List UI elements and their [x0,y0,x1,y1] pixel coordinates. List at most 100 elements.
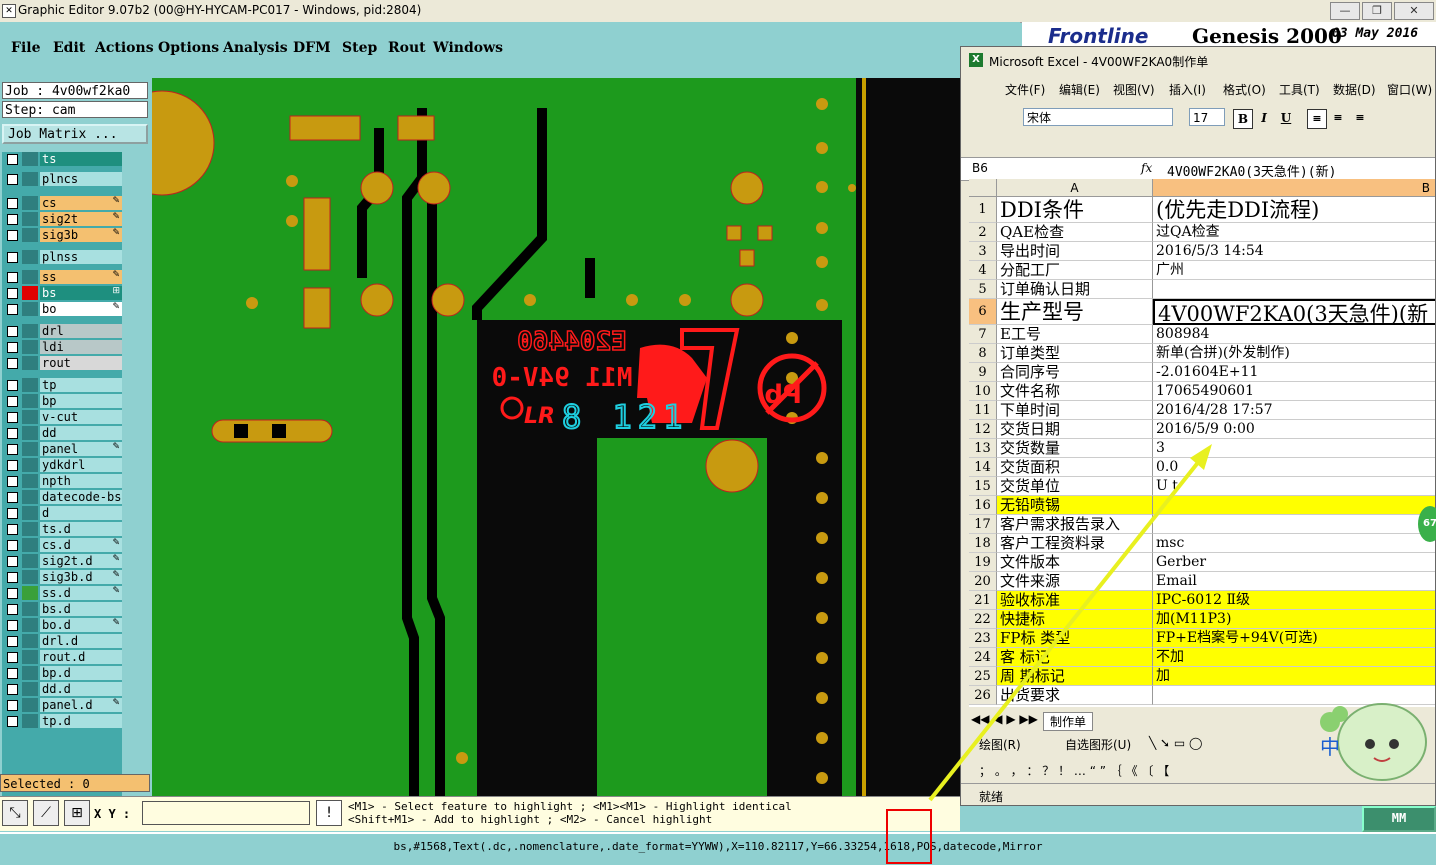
sheet-row[interactable]: 9 合同序号 -2.01604E+11 [969,363,1435,382]
align-center-button[interactable]: ≡ [1329,109,1347,127]
symbol-row-icon[interactable]: ； 。 ， ： ？ ！ … “ ” ｛ 《 〔 【 [979,762,1169,779]
cell-a[interactable]: 周 期标记 [997,667,1153,686]
maximize-button[interactable]: ❐ [1362,2,1392,20]
excel-menu-tools[interactable]: 工具(T) [1279,81,1320,98]
layer-row-dd.d[interactable]: dd.d [4,682,122,696]
layer-checkbox[interactable] [7,636,18,647]
row-number[interactable]: 19 [969,553,997,572]
layer-color-swatch[interactable] [22,666,38,680]
sheet-row[interactable]: 2 QAE检查 过QA检查 [969,223,1435,242]
layer-name[interactable]: ydkdrl [40,458,122,472]
row-number[interactable]: 3 [969,242,997,261]
cell-a[interactable]: 客 标记 [997,648,1153,667]
cell-b[interactable]: U t [1153,477,1435,496]
layer-name[interactable]: d [40,506,122,520]
cell-a[interactable]: 订单确认日期 [997,280,1153,299]
column-header-b[interactable]: B [1153,179,1435,197]
layer-name[interactable]: bs ⊞ [40,286,122,300]
italic-button[interactable]: I [1255,109,1273,127]
graphic-canvas[interactable]: Pb E204460 M11 94V-0 LR 8 121 [152,78,1022,796]
row-number[interactable]: 26 [969,686,997,705]
layer-row-bs.d[interactable]: bs.d [4,602,122,616]
layer-name[interactable]: dd.d [40,682,122,696]
layer-name[interactable]: plnss [40,250,122,264]
layer-checkbox[interactable] [7,444,18,455]
layer-color-swatch[interactable] [22,172,38,186]
cell-a[interactable]: DDI条件 [997,197,1153,223]
layer-row-cs.d[interactable]: cs.d ✎ [4,538,122,552]
menu-file[interactable]: File [11,40,40,56]
formula-input[interactable]: 4V00WF2KA0(3天急件)(新) [1167,161,1336,180]
layer-checkbox[interactable] [7,326,18,337]
layer-color-swatch[interactable] [22,394,38,408]
layer-row-plnss[interactable]: plnss [4,250,122,264]
row-number[interactable]: 10 [969,382,997,401]
layer-color-swatch[interactable] [22,228,38,242]
cell-a[interactable]: 文件来源 [997,572,1153,591]
layer-name[interactable]: sig3b ✎ [40,228,122,242]
layer-name[interactable]: cs.d ✎ [40,538,122,552]
layer-row-ts[interactable]: ts [4,152,122,166]
layer-checkbox[interactable] [7,668,18,679]
row-number[interactable]: 24 [969,648,997,667]
layer-name[interactable]: tp.d [40,714,122,728]
board-datecode[interactable]: 8 121 [561,397,688,437]
layer-row-rout[interactable]: rout [4,356,122,370]
menu-step[interactable]: Step [342,40,377,56]
layer-row-bs[interactable]: bs ⊞ [4,286,122,300]
cell-a[interactable]: 交货日期 [997,420,1153,439]
layer-checkbox[interactable] [7,198,18,209]
layer-name[interactable]: plncs [40,172,122,186]
cell-a[interactable]: 验收标准 [997,591,1153,610]
cell-a[interactable]: 订单类型 [997,344,1153,363]
layer-row-tp[interactable]: tp [4,378,122,392]
measure-tool-icon[interactable]: ⟋ [33,800,59,826]
layer-checkbox[interactable] [7,620,18,631]
sheet-row[interactable]: 12 交货日期 2016/5/9 0:00 [969,420,1435,439]
layer-row-cs[interactable]: cs ✎ [4,196,122,210]
layer-checkbox[interactable] [7,154,18,165]
sheet-row[interactable]: 18 客户工程资料录 msc [969,534,1435,553]
cell-b[interactable]: 广州 [1153,261,1435,280]
layer-row-sig2t[interactable]: sig2t ✎ [4,212,122,226]
layer-row-ydkdrl[interactable]: ydkdrl [4,458,122,472]
layer-row-bo[interactable]: bo ✎ [4,302,122,316]
column-header-a[interactable]: A [997,179,1153,197]
layer-checkbox[interactable] [7,540,18,551]
layer-name[interactable]: bo ✎ [40,302,122,316]
floating-badge[interactable]: 67 [1418,506,1436,542]
align-left-button[interactable]: ≡ [1307,109,1327,129]
layer-row-tp.d[interactable]: tp.d [4,714,122,728]
cell-b[interactable]: 17065490601 [1153,382,1435,401]
cell-b[interactable]: Gerber [1153,553,1435,572]
layer-color-swatch[interactable] [22,410,38,424]
layer-checkbox[interactable] [7,412,18,423]
layer-checkbox[interactable] [7,380,18,391]
layer-checkbox[interactable] [7,342,18,353]
row-number[interactable]: 13 [969,439,997,458]
cell-a[interactable]: E工号 [997,325,1153,344]
layer-row-npth[interactable]: npth [4,474,122,488]
cell-a[interactable]: 客户工程资料录 [997,534,1153,553]
sheet-row[interactable]: 3 导出时间 2016/5/3 14:54 [969,242,1435,261]
row-number[interactable]: 2 [969,223,997,242]
cell-b[interactable]: 加(M11P3) [1153,610,1435,629]
layer-color-swatch[interactable] [22,356,38,370]
excel-menu-file[interactable]: 文件(F) [1005,81,1045,98]
layer-color-swatch[interactable] [22,302,38,316]
layer-name[interactable]: bp.d [40,666,122,680]
layer-checkbox[interactable] [7,476,18,487]
layer-name[interactable]: bp [40,394,122,408]
excel-menu-window[interactable]: 窗口(W) [1387,81,1432,98]
layer-name[interactable]: drl [40,324,122,338]
menu-options[interactable]: Options [158,40,219,56]
layer-checkbox[interactable] [7,460,18,471]
row-number[interactable]: 22 [969,610,997,629]
cell-b[interactable]: 2016/4/28 17:57 [1153,401,1435,420]
layer-checkbox[interactable] [7,684,18,695]
layer-row-ss.d[interactable]: ss.d ✎ [4,586,122,600]
row-number[interactable]: 6 [969,299,997,325]
grid-tool-icon[interactable]: ⊞ [64,800,90,826]
layer-checkbox[interactable] [7,556,18,567]
layer-color-swatch[interactable] [22,442,38,456]
